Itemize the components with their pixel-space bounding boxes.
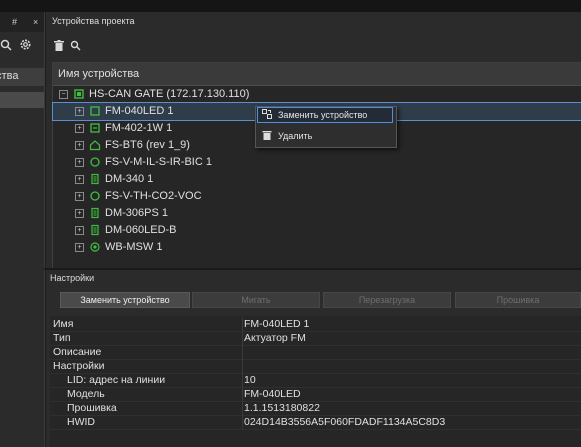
module-icon — [90, 106, 100, 116]
expand-toggle[interactable]: + — [75, 158, 84, 167]
tree-row-device[interactable]: + DM-306PS 1 — [53, 205, 581, 222]
property-key: Имя — [53, 318, 74, 330]
property-key: Описание — [53, 346, 102, 358]
replace-icon — [262, 109, 272, 119]
properties-grid: Имя FM-040LED 1 Тип Актуатор FM Описание… — [50, 316, 581, 447]
trash-icon[interactable] — [54, 40, 64, 51]
tree-row-device[interactable]: + FS-V-M-IL-S-IR-BIC 1 — [53, 154, 581, 171]
window-top-bar — [0, 0, 581, 12]
context-menu-replace-device[interactable]: Заменить устройство — [257, 107, 393, 123]
expand-toggle[interactable]: + — [75, 192, 84, 201]
left-tab-devices[interactable]: йства — [0, 68, 44, 86]
property-row[interactable]: LID: адрес на линии 10 — [50, 373, 581, 388]
column-header-label: Имя устройства — [58, 68, 140, 80]
context-menu-label: Удалить — [278, 131, 313, 141]
expand-toggle[interactable]: + — [75, 175, 84, 184]
property-row[interactable]: Прошивка 1.1.1513180822 — [50, 401, 581, 416]
tree-row-device[interactable]: + WB-MSW 1 — [53, 239, 581, 256]
settings-panel: Настройки Заменить устройство Мигать Пер… — [46, 270, 581, 447]
left-tab-label: йства — [0, 70, 19, 82]
expand-toggle[interactable]: + — [75, 141, 84, 150]
left-sidebar: # × йства — [0, 12, 45, 447]
gateway-icon — [74, 89, 84, 99]
expand-toggle[interactable]: + — [75, 243, 84, 252]
tree-row-label: HS-CAN GATE (172.17.130.110) — [89, 88, 250, 100]
sensor-icon — [90, 191, 100, 201]
tree-row-device[interactable]: + DM-340 1 — [53, 171, 581, 188]
replace-device-button[interactable]: Заменить устройство — [60, 292, 190, 308]
property-key: Прошивка — [67, 402, 117, 414]
property-value: 1.1.1513180822 — [244, 402, 320, 414]
pin-button[interactable]: # — [12, 17, 17, 27]
reboot-button[interactable]: Перезагрузка — [323, 292, 451, 308]
search-icon[interactable] — [70, 40, 81, 51]
left-selected-item[interactable] — [0, 92, 44, 108]
tree-row-label: FM-402-1W 1 — [105, 122, 173, 134]
close-button[interactable]: × — [33, 17, 38, 27]
property-key: LID: адрес на линии — [67, 374, 166, 386]
tree-column-header[interactable]: Имя устройства — [53, 63, 581, 86]
tree-row-label: FS-V-M-IL-S-IR-BIC 1 — [105, 156, 212, 168]
tree-row-gateway[interactable]: − HS-CAN GATE (172.17.130.110) — [53, 86, 581, 103]
expand-toggle[interactable]: + — [75, 124, 84, 133]
tree-row-device[interactable]: + FS-V-TH-CO2-VOC — [53, 188, 581, 205]
expand-toggle[interactable]: + — [75, 226, 84, 235]
dimmer-icon — [91, 173, 99, 185]
left-toolbar — [0, 38, 44, 54]
dimmer-icon — [91, 207, 99, 219]
collapse-toggle[interactable]: − — [59, 90, 68, 99]
tree-row-label: DM-306PS 1 — [105, 207, 168, 219]
property-row[interactable]: Модель FM-040LED — [50, 387, 581, 402]
house-icon — [89, 140, 101, 151]
tree-row-label: FM-040LED 1 — [105, 105, 174, 117]
tree-row-label: FS-V-TH-CO2-VOC — [105, 190, 202, 202]
tree-row-device[interactable]: + DM-060LED-B — [53, 222, 581, 239]
property-value: 024D14B3556A5F060FDADF1134A5C8D3 — [244, 416, 446, 428]
property-value: 10 — [244, 374, 256, 386]
property-value: FM-040LED — [244, 388, 301, 400]
device-tree: Имя устройства − HS-CAN GATE (172.17.130… — [52, 62, 581, 270]
property-key: HWID — [67, 416, 95, 428]
tree-row-label: DM-340 1 — [105, 173, 154, 185]
module-icon — [90, 123, 100, 133]
property-row[interactable]: Описание — [50, 345, 581, 360]
blink-button[interactable]: Мигать — [192, 292, 320, 308]
expand-toggle[interactable]: + — [75, 107, 84, 116]
firmware-button[interactable]: Прошивка — [455, 292, 581, 308]
trash-icon — [262, 131, 272, 140]
property-row[interactable]: Имя FM-040LED 1 — [50, 317, 581, 332]
property-key: Модель — [67, 388, 105, 400]
target-icon — [90, 242, 100, 252]
property-key: Тип — [53, 332, 71, 344]
property-value: FM-040LED 1 — [244, 318, 310, 330]
search-icon[interactable] — [0, 39, 12, 51]
settings-title: Настройки — [50, 273, 95, 283]
tree-row-label: FS-BT6 (rev 1_9) — [105, 139, 190, 151]
property-row[interactable]: HWID 024D14B3556A5F060FDADF1134A5C8D3 — [50, 415, 581, 430]
context-menu-label: Заменить устройство — [278, 110, 368, 120]
left-sidebar-header: # × — [0, 12, 44, 32]
dimmer-icon — [91, 224, 99, 236]
sensor-icon — [90, 157, 100, 167]
gear-icon[interactable] — [19, 38, 32, 51]
property-row[interactable]: Тип Актуатор FM — [50, 331, 581, 346]
expand-toggle[interactable]: + — [75, 209, 84, 218]
property-value: Актуатор FM — [244, 332, 306, 344]
context-menu: Заменить устройство Удалить — [255, 106, 397, 148]
tree-row-label: WB-MSW 1 — [105, 241, 163, 253]
property-group-row[interactable]: Настройки — [50, 359, 581, 374]
tree-row-label: DM-060LED-B — [105, 224, 177, 236]
property-group-key: Настройки — [53, 360, 105, 372]
context-menu-delete[interactable]: Удалить — [258, 129, 392, 143]
panel-title: Устройства проекта — [52, 16, 135, 26]
